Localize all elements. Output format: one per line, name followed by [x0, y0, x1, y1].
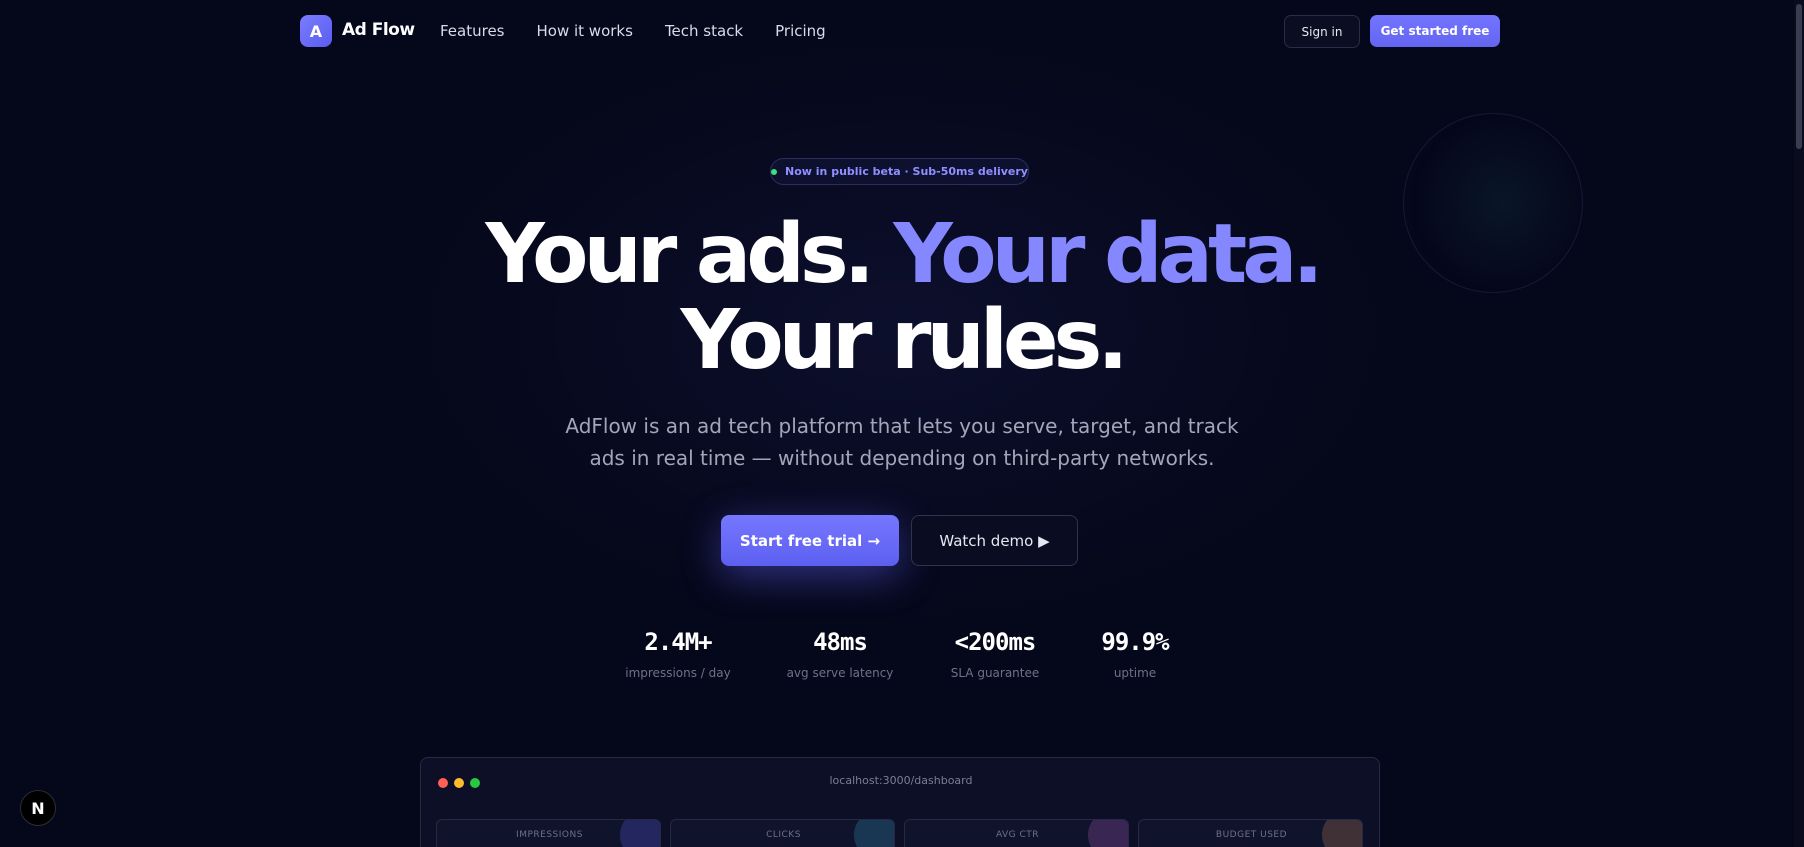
start-free-trial-button[interactable]: Start free trial → — [721, 515, 899, 566]
card-budget-used: BUDGET USED — [1138, 819, 1363, 847]
beta-badge-text: Now in public beta · Sub-50ms delivery — [785, 165, 1028, 178]
card-label: IMPRESSIONS — [516, 830, 583, 840]
hero-subtitle: AdFlow is an ad tech platform that lets … — [565, 414, 1239, 470]
nav-link-pricing[interactable]: Pricing — [775, 22, 826, 40]
headline-line-2: Your rules. — [680, 293, 1128, 388]
get-started-button[interactable]: Get started free — [1370, 15, 1500, 47]
status-dot-icon — [771, 168, 778, 175]
stat-sla: <200ms SLA guarantee — [935, 628, 1055, 680]
logo-icon[interactable]: A — [300, 15, 332, 47]
nav-link-features[interactable]: Features — [440, 22, 505, 40]
card-avg-ctr: AVG CTR — [904, 819, 1129, 847]
dashboard-preview: localhost:3000/dashboard IMPRESSIONS CLI… — [420, 757, 1380, 847]
page-scrollbar[interactable] — [1794, 0, 1804, 847]
card-clicks: CLICKS — [670, 819, 895, 847]
stat-uptime: 99.9% uptime — [1075, 628, 1195, 680]
stat-latency: 48ms avg serve latency — [780, 628, 900, 680]
headline-part-1: Your ads. — [485, 207, 894, 302]
dashboard-cards: IMPRESSIONS CLICKS AVG CTR BUDGET USED — [436, 819, 1363, 847]
nav-link-how-it-works[interactable]: How it works — [537, 22, 633, 40]
scrollbar-thumb[interactable] — [1796, 4, 1802, 149]
stat-label: avg serve latency — [786, 666, 894, 680]
stat-label: impressions / day — [625, 666, 731, 680]
card-label: AVG CTR — [995, 830, 1040, 840]
card-label: CLICKS — [766, 830, 801, 840]
beta-badge: Now in public beta · Sub-50ms delivery — [770, 158, 1029, 185]
top-nav: A Ad Flow Features How it works Tech sta… — [0, 0, 1804, 62]
stat-value: 48ms — [813, 628, 868, 656]
watch-demo-button[interactable]: Watch demo ▶ — [911, 515, 1078, 566]
brand-name[interactable]: Ad Flow — [342, 20, 415, 40]
stats-row: 2.4M+ impressions / day 48ms avg serve l… — [0, 628, 1804, 688]
sign-in-button[interactable]: Sign in — [1284, 15, 1360, 48]
stat-value: 2.4M+ — [644, 628, 712, 656]
nextjs-dev-icon[interactable]: N — [20, 790, 56, 826]
stat-impressions: 2.4M+ impressions / day — [618, 628, 738, 680]
stat-label: uptime — [1113, 666, 1157, 680]
stat-value: <200ms — [954, 628, 1037, 656]
dashboard-url: localhost:3000/dashboard — [829, 774, 973, 787]
nav-links: Features How it works Tech stack Pricing — [440, 22, 826, 40]
stat-label: SLA guarantee — [950, 666, 1040, 680]
card-label: BUDGET USED — [1215, 830, 1288, 840]
stat-value: 99.9% — [1101, 628, 1169, 656]
card-impressions: IMPRESSIONS — [436, 819, 661, 847]
headline-accent: Your data. — [893, 207, 1323, 302]
headline-line-1: Your ads. Your data. — [0, 214, 1804, 296]
nav-link-tech-stack[interactable]: Tech stack — [665, 22, 743, 40]
